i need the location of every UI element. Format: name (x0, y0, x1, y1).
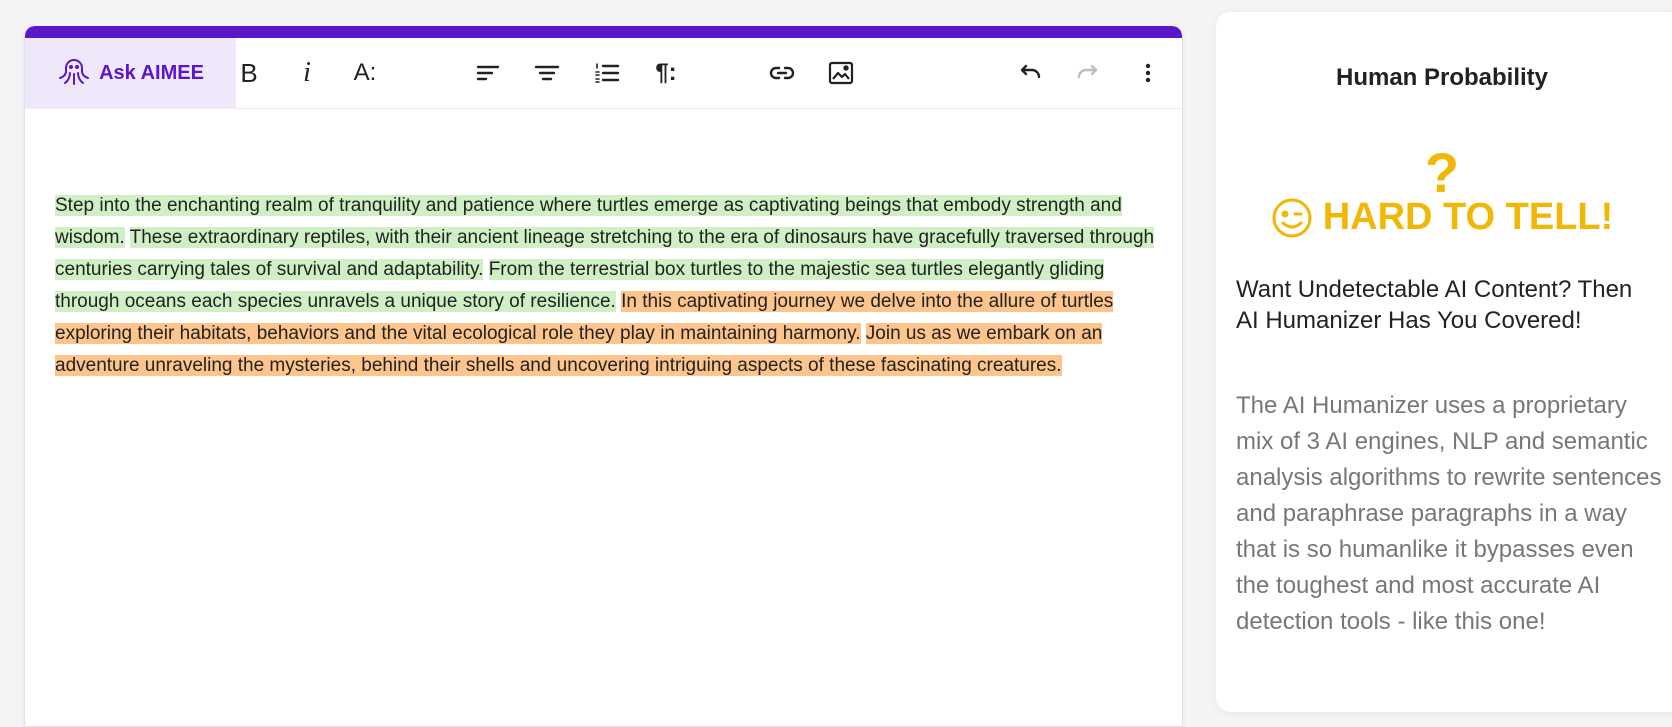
promo-heading: Want Undetectable AI Content? Then AI Hu… (1236, 276, 1633, 334)
bold-label: B (240, 57, 258, 88)
editor-toolbar: Ask AIMEE B i A: ¶: (25, 38, 1182, 109)
editor-text[interactable]: Step into the enchanting realm of tranqu… (55, 190, 1165, 382)
redo-icon (1077, 64, 1098, 79)
ask-aimee-label: Ask AIMEE (99, 61, 204, 84)
align-left-button[interactable] (468, 53, 508, 93)
verdict-label: HARD TO TELL! (1322, 196, 1614, 238)
paragraph-button[interactable]: ¶: (646, 53, 686, 93)
italic-label: i (303, 57, 311, 88)
align-center-button[interactable] (527, 53, 567, 93)
undo-icon (1020, 64, 1041, 79)
image-button[interactable] (821, 53, 861, 93)
wink-face-icon (1272, 198, 1312, 237)
link-icon (769, 66, 795, 80)
ask-aimee-button[interactable]: Ask AIMEE (25, 38, 236, 108)
undo-button[interactable] (1009, 53, 1049, 93)
italic-button[interactable]: i (287, 53, 327, 93)
editor-accent-bar (25, 26, 1182, 38)
link-button[interactable] (762, 53, 802, 93)
promo-body: The AI Humanizer uses a proprietary mix … (1236, 392, 1662, 635)
align-left-icon (476, 65, 500, 81)
editor-card: Ask AIMEE B i A: ¶: Step into the enchan… (24, 26, 1183, 727)
numbered-list-button[interactable] (587, 53, 627, 93)
numbered-list-icon (595, 63, 620, 83)
probability-panel: Human Probability ? HARD TO TELL! Want U… (1216, 12, 1672, 712)
more-options-button[interactable] (1128, 53, 1168, 93)
verdict: HARD TO TELL! (1216, 196, 1668, 239)
align-center-icon (534, 65, 560, 81)
redo-button[interactable] (1069, 53, 1109, 93)
image-icon (828, 61, 854, 85)
paragraph-label: ¶: (655, 59, 677, 86)
octopus-icon (57, 53, 91, 93)
panel-title: Human Probability (1335, 64, 1549, 91)
bold-button[interactable]: B (229, 53, 269, 93)
more-vertical-icon (1145, 63, 1151, 83)
font-size-label: A: (353, 59, 377, 86)
font-size-button[interactable]: A: (345, 53, 385, 93)
